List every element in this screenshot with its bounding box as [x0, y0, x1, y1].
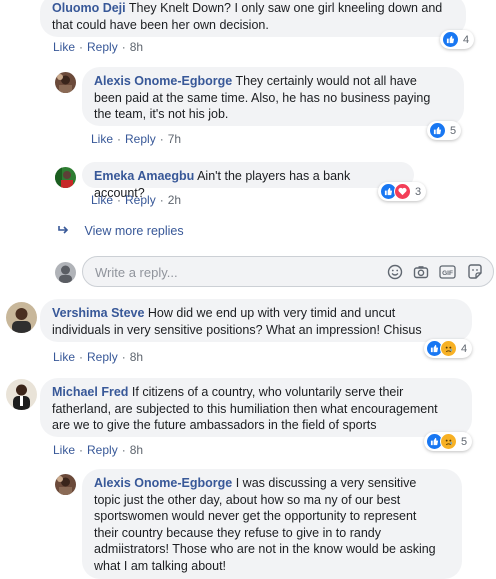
like-link[interactable]: Like [53, 350, 75, 364]
comment-text-line: topic just the other day, about how so m… [94, 492, 401, 507]
comment-actions: Like · Reply · 8h [53, 40, 144, 54]
avatar[interactable] [55, 72, 76, 93]
view-more-replies-label: View more replies [84, 224, 184, 238]
reaction-count: 5 [461, 435, 468, 448]
comment-text-line: fatherland, are subjected to this humili… [52, 401, 438, 416]
reply-composer: GIF [82, 256, 494, 288]
like-reaction-icon [429, 122, 446, 139]
sad-reaction-icon [440, 340, 457, 357]
reaction-count: 4 [463, 33, 470, 46]
comment-actions: Like · Reply · 8h [53, 350, 144, 364]
comment-text-line: the team, it's not his job. [94, 107, 229, 121]
reaction-count: 5 [450, 124, 457, 137]
comment-actions: Like · Reply · 2h [91, 193, 182, 207]
timestamp[interactable]: 2h [168, 193, 181, 207]
gif-icon[interactable]: GIF [438, 263, 456, 281]
reply-link[interactable]: Reply [87, 350, 118, 364]
reply-link[interactable]: Reply [87, 443, 118, 457]
reaction-count: 3 [415, 185, 422, 198]
reaction-summary[interactable]: 3 [378, 182, 427, 201]
reply-input[interactable] [93, 257, 357, 288]
comment-text-line: admiistrators! Those who are not in the … [94, 542, 436, 556]
reply-link[interactable]: Reply [125, 132, 156, 146]
love-reaction-icon [394, 183, 411, 200]
sticker-icon[interactable] [466, 263, 484, 281]
reply-link[interactable]: Reply [125, 193, 156, 207]
like-link[interactable]: Like [91, 132, 113, 146]
commenter-name[interactable]: Oluomo Deji [52, 1, 126, 15]
comment-text-line: If citizens of a country, who voluntaril… [131, 385, 404, 399]
comment-text-line: individuals in very sensitive positions?… [52, 322, 422, 337]
comment-text-line: How did we end up with very timid and un… [147, 306, 396, 320]
avatar[interactable] [6, 302, 37, 333]
commenter-name[interactable]: Michael Fred [52, 385, 128, 399]
comment-text-line: what I am talking about! [94, 558, 227, 573]
comment-bubble: Oluomo Deji They Knelt Down? I only saw … [40, 0, 466, 37]
comment-text-line: I was discussing a very sensitive [235, 476, 417, 490]
comment-bubble: Vershima Steve How did we end up with ve… [40, 299, 472, 342]
reply-arrow-icon [57, 224, 73, 238]
comment-text-line: They certainly would not all have [235, 74, 417, 88]
comment-bubble: Alexis Onome-Egborge They certainly woul… [82, 67, 464, 126]
timestamp[interactable]: 7h [168, 132, 181, 146]
like-link[interactable]: Like [53, 443, 75, 457]
comment-bubble: Emeka Amaegbu Ain't the players has a ba… [82, 162, 414, 200]
comment-actions: Like · Reply · 8h [53, 443, 144, 457]
timestamp[interactable]: 8h [130, 350, 143, 364]
comment-text-line: that could have been her own decision. [52, 17, 269, 32]
svg-text:GIF: GIF [442, 270, 453, 277]
commenter-name[interactable]: Alexis Onome-Egborge [94, 476, 232, 490]
avatar[interactable] [55, 474, 76, 495]
like-reaction-icon [442, 31, 459, 48]
commenter-name[interactable]: Vershima Steve [52, 306, 144, 320]
timestamp[interactable]: 8h [130, 40, 143, 54]
camera-icon[interactable] [412, 263, 430, 281]
comment-text-line: their country because they refuse to giv… [94, 525, 381, 540]
sad-reaction-icon [440, 433, 457, 450]
reaction-count: 4 [461, 342, 468, 355]
reply-link[interactable]: Reply [87, 40, 118, 54]
emoji-icon[interactable] [386, 263, 404, 281]
comment-text-line: been paid at the same time. Also, he has… [94, 90, 431, 105]
reaction-summary[interactable]: 5 [424, 432, 473, 451]
comment-text-line: are we to give the future ambassadors in… [52, 418, 377, 432]
commenter-name[interactable]: Alexis Onome-Egborge [94, 74, 232, 88]
commenter-name[interactable]: Emeka Amaegbu [94, 169, 194, 183]
reaction-summary[interactable]: 4 [424, 339, 473, 358]
reaction-summary[interactable]: 5 [427, 121, 462, 140]
like-link[interactable]: Like [91, 193, 113, 207]
view-more-replies[interactable]: View more replies [57, 224, 184, 238]
like-link[interactable]: Like [53, 40, 75, 54]
comment-bubble: Alexis Onome-Egborge I was discussing a … [82, 469, 462, 579]
avatar[interactable] [55, 167, 76, 188]
timestamp[interactable]: 8h [130, 443, 143, 457]
current-user-avatar[interactable] [55, 262, 76, 283]
comment-text-line: They Knelt Down? I only saw one girl kne… [128, 1, 443, 15]
comment-actions: Like · Reply · 7h [91, 132, 182, 146]
reaction-summary[interactable]: 4 [440, 30, 475, 49]
avatar[interactable] [6, 379, 37, 410]
comment-text-line: sportswomen would never get the opportun… [94, 509, 417, 523]
comment-bubble: Michael Fred If citizens of a country, w… [40, 378, 472, 437]
